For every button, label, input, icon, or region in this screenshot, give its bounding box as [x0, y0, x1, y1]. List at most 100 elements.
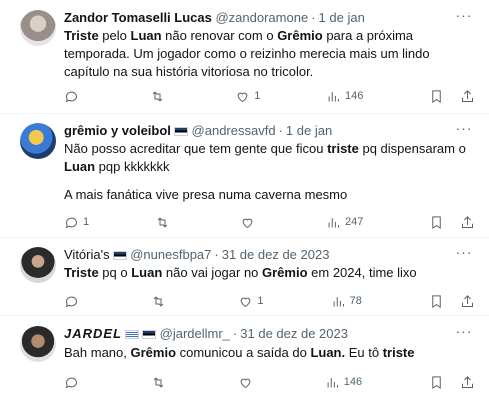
tweet-text: Bah mano, Grêmio comunicou a saída do Lu…: [64, 344, 471, 362]
heart-icon: [240, 297, 251, 307]
views-count: 146: [343, 376, 363, 388]
like-button[interactable]: [240, 215, 260, 230]
tweet-date[interactable]: 1 de jan: [319, 10, 365, 25]
retweet-icon: [153, 376, 164, 388]
flag-icon: [112, 251, 127, 260]
highlighted-keyword: triste: [382, 345, 415, 360]
highlighted-keyword: Luan.: [310, 345, 346, 360]
more-icon[interactable]: ···: [455, 245, 473, 265]
separator-dot: ·: [311, 10, 316, 25]
retweet-icon: [152, 90, 162, 102]
tweet-date[interactable]: 31 de dez de 2023: [240, 326, 348, 341]
tweet-text-segment: Bah mano,: [64, 345, 131, 360]
tweet-text-segment: pq o: [98, 265, 132, 280]
tweet-actions: 146: [64, 373, 475, 391]
tweet-text: Triste pelo Luan não renovar com o Grêmi…: [64, 27, 471, 81]
separator-dot: ·: [232, 326, 238, 341]
avatar[interactable]: [20, 10, 56, 46]
author-handle[interactable]: @zandoramone: [215, 10, 308, 25]
tweet[interactable]: Vitória's @nunesfbpa7 · 31 de dez de 2023 …: [0, 238, 489, 316]
views-button[interactable]: 146: [326, 89, 363, 104]
bookmark-icon[interactable]: [429, 89, 444, 104]
reply-icon: [65, 377, 77, 388]
share-icon[interactable]: [460, 89, 475, 104]
separator-dot: ·: [214, 247, 219, 262]
views-button[interactable]: 78: [331, 294, 362, 309]
reply-button[interactable]: 1: [64, 215, 89, 230]
highlighted-keyword: Grêmio: [130, 345, 177, 360]
retweet-button[interactable]: [151, 375, 171, 390]
flag-icon: [125, 330, 140, 339]
tweet[interactable]: grêmio y voleibol @andressavfd · 1 de jan …: [0, 114, 489, 238]
retweet-button[interactable]: [155, 215, 175, 230]
like-button[interactable]: 1: [238, 294, 263, 309]
views-icon: [328, 217, 339, 227]
more-icon[interactable]: ···: [455, 324, 473, 344]
tweet[interactable]: Zandor Tomaselli Lucas @zandoramone · 1 de…: [0, 0, 489, 114]
highlighted-keyword: Luan: [64, 159, 96, 174]
tweet-text-segment: não renovar com o: [161, 28, 278, 43]
retweet-button[interactable]: [151, 294, 171, 309]
tweet-text-segment: pq dispensaram o: [358, 141, 466, 156]
reply-button[interactable]: [64, 294, 84, 309]
tweet-actions: 1 247: [64, 213, 475, 231]
more-icon[interactable]: ···: [455, 8, 473, 28]
highlighted-keyword: Luan: [131, 265, 163, 280]
bookmark-icon[interactable]: [429, 215, 444, 230]
avatar[interactable]: [20, 123, 56, 159]
avatar[interactable]: [20, 326, 56, 362]
heart-icon: [242, 218, 253, 228]
reply-icon: [65, 296, 77, 307]
reply-count: 1: [83, 216, 90, 228]
views-icon: [328, 91, 339, 101]
tweet-text-second-paragraph: A mais fanática vive presa numa caverna …: [64, 187, 348, 202]
highlighted-keyword: Triste: [64, 28, 99, 43]
views-icon: [333, 296, 344, 306]
author-name[interactable]: Zandor Tomaselli Lucas: [64, 10, 212, 25]
author-name[interactable]: Vitória's: [64, 247, 110, 262]
more-icon[interactable]: ···: [455, 121, 473, 141]
heart-icon: [237, 92, 248, 102]
like-button[interactable]: [238, 375, 258, 390]
retweet-button[interactable]: [150, 89, 170, 104]
tweet-actions: 1 146: [64, 87, 475, 105]
tweet-text-segment: pelo: [98, 28, 131, 43]
bookmark-icon[interactable]: [429, 294, 444, 309]
avatar[interactable]: [20, 247, 56, 283]
author-name[interactable]: grêmio y voleibol: [64, 123, 171, 138]
like-count: 1: [257, 295, 264, 307]
highlighted-keyword: triste: [327, 141, 359, 156]
tweet-feed: Zandor Tomaselli Lucas @zandoramone · 1 de…: [0, 0, 489, 402]
views-count: 146: [345, 90, 364, 102]
reply-button[interactable]: [64, 375, 84, 390]
author-handle[interactable]: @jardellmr_: [160, 326, 230, 341]
tweet-date[interactable]: 31 de dez de 2023: [222, 247, 330, 262]
like-count: 1: [254, 90, 261, 102]
author-name[interactable]: JARDEL: [64, 326, 122, 341]
tweet-date[interactable]: 1 de jan: [286, 123, 332, 138]
tweet-text-segment: Eu tô: [345, 345, 383, 360]
views-count: 247: [345, 216, 364, 228]
highlighted-keyword: Grêmio: [262, 265, 308, 280]
reply-icon: [65, 91, 77, 102]
views-button[interactable]: 247: [326, 215, 363, 230]
tweet-actions: 1 78: [64, 292, 475, 310]
tweet-text-segment: Não posso acreditar que tem gente que fi…: [64, 141, 328, 156]
retweet-icon: [153, 295, 164, 307]
share-icon[interactable]: [460, 375, 475, 390]
author-handle[interactable]: @nunesfbpa7: [130, 247, 211, 262]
reply-icon: [65, 217, 77, 228]
share-icon[interactable]: [460, 215, 475, 230]
tweet-text: Não posso acreditar que tem gente que fi…: [64, 140, 471, 176]
highlighted-keyword: Triste: [64, 265, 99, 280]
bookmark-icon[interactable]: [429, 375, 444, 390]
tweet[interactable]: JARDEL @jardellmr_ · 31 de dez de 2023 ···…: [0, 316, 489, 402]
like-button[interactable]: 1: [235, 89, 260, 104]
reply-button[interactable]: [64, 89, 84, 104]
retweet-icon: [157, 216, 167, 228]
views-button[interactable]: 146: [325, 375, 362, 390]
heart-icon: [240, 378, 251, 388]
share-icon[interactable]: [460, 294, 475, 309]
author-handle[interactable]: @andressavfd: [192, 123, 276, 138]
tweet-text-segment: pqp kkkkkkk: [95, 159, 170, 174]
